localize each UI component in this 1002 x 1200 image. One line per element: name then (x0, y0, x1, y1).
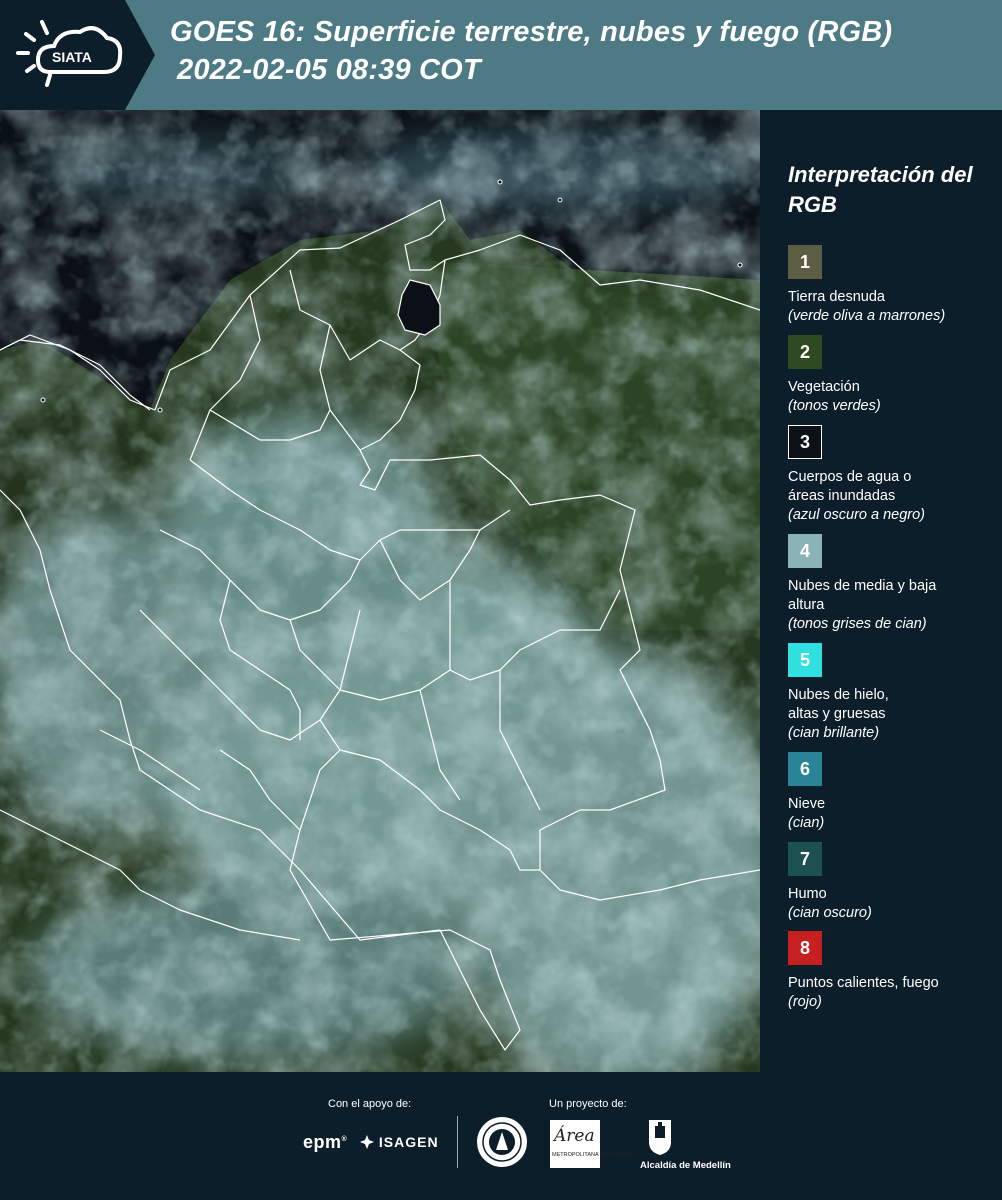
legend-item-2: 2 Vegetación (tonos verdes) (788, 335, 998, 416)
alcaldia-label: Alcaldía de Medellín (640, 1160, 731, 1171)
satellite-map (0, 110, 760, 1072)
legend-sub-1: (verde oliva a marrones) (788, 308, 946, 324)
legend-swatch-1: 1 (788, 245, 822, 279)
area-metropolitana-logo: Área METROPOLITANA Valle de Aburrá (550, 1120, 637, 1168)
epm-logo: epm® (303, 1132, 348, 1152)
university-seal-logo (477, 1117, 527, 1167)
legend-label-7: Humo (788, 886, 827, 902)
legend-sub-2: (tonos verdes) (788, 398, 881, 414)
legend-label-2: Vegetación (788, 379, 860, 395)
legend-sub-5: (cian brillante) (788, 725, 880, 741)
legend-sub-8: (rojo) (788, 994, 822, 1010)
legend-swatch-2: 2 (788, 335, 822, 369)
project-label: Un proyecto de: (549, 1098, 627, 1110)
legend-label-3: Cuerpos de agua o áreas inundadas (788, 469, 912, 504)
legend-label-1: Tierra desnuda (788, 289, 885, 305)
page-title: GOES 16: Superficie terrestre, nubes y f… (170, 16, 893, 48)
isagen-logo: ISAGEN (360, 1134, 439, 1150)
legend-swatch-8: 8 (788, 931, 822, 965)
legend-swatch-4: 4 (788, 534, 822, 568)
page-timestamp: 2022-02-05 08:39 COT (177, 54, 481, 86)
legend-swatch-6: 6 (788, 752, 822, 786)
siata-logo: SIATA (0, 0, 165, 110)
legend-sub-3: (azul oscuro a negro) (788, 507, 926, 523)
legend-title: Interpretación del RGB (788, 162, 973, 217)
support-label: Con el apoyo de: (328, 1098, 412, 1110)
legend-item-8: 8 Puntos calientes, fuego (rojo) (788, 931, 998, 1012)
legend-item-5: 5 Nubes de hielo, altas y gruesas (cian … (788, 643, 998, 743)
legend-item-7: 7 Humo (cian oscuro) (788, 842, 998, 923)
siata-logo-text: SIATA (52, 49, 92, 65)
legend-item-4: 4 Nubes de media y baja altura (tonos gr… (788, 534, 998, 634)
legend-label-5: Nubes de hielo, altas y gruesas (788, 687, 889, 722)
legend-sub-6: (cian) (788, 815, 825, 831)
isagen-mark-icon (360, 1135, 374, 1149)
legend-label-8: Puntos calientes, fuego (788, 975, 939, 991)
legend-item-6: 6 Nieve (cian) (788, 752, 998, 833)
legend-swatch-3: 3 (788, 425, 822, 459)
legend-swatch-5: 5 (788, 643, 822, 677)
footer: Con el apoyo de: Un proyecto de: epm® IS… (0, 1072, 1002, 1200)
legend-panel: Interpretación del RGB 1 Tierra desnuda … (760, 110, 1002, 1072)
footer-divider (457, 1116, 458, 1168)
legend-label-4: Nubes de media y baja altura (788, 578, 937, 613)
legend-swatch-7: 7 (788, 842, 822, 876)
legend-sub-4: (tonos grises de cian) (788, 616, 927, 632)
legend-item-1: 1 Tierra desnuda (verde oliva a marrones… (788, 245, 998, 326)
header-bar: SIATA GOES 16: Superficie terrestre, nub… (0, 0, 1002, 110)
legend-sub-7: (cian oscuro) (788, 905, 872, 921)
legend-label-6: Nieve (788, 796, 826, 812)
legend-item-3: 3 Cuerpos de agua o áreas inundadas (azu… (788, 425, 998, 525)
alcaldia-shield-logo (649, 1120, 671, 1155)
